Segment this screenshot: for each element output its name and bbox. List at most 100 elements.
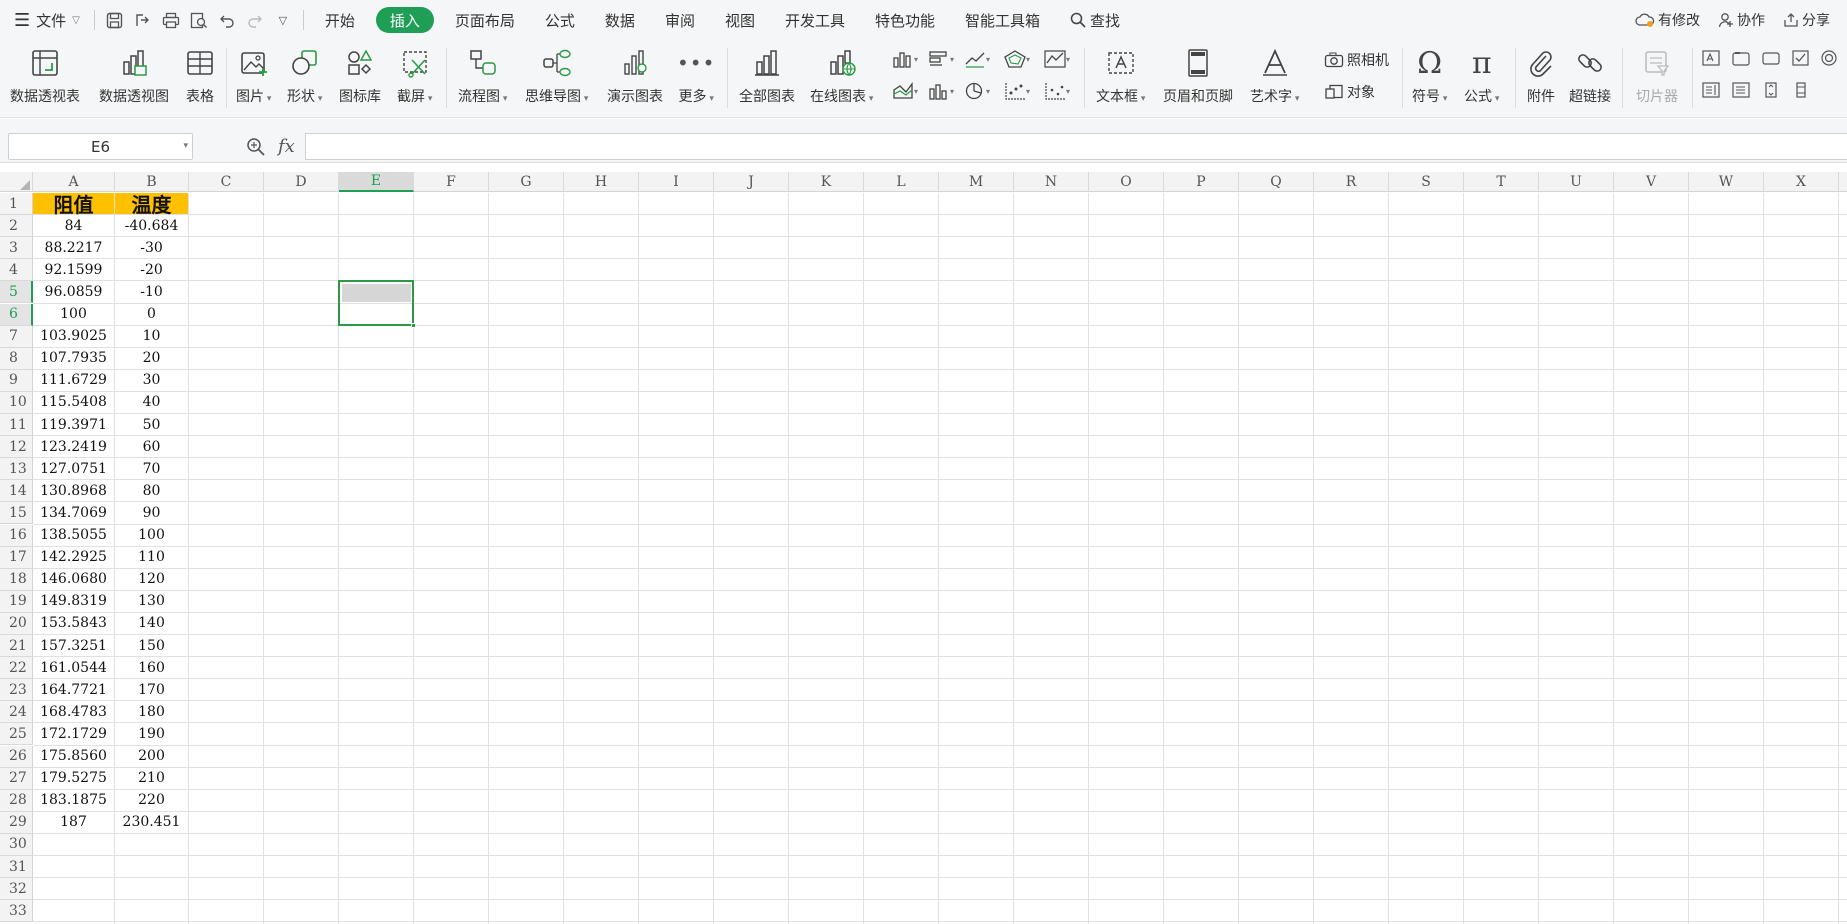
row-header-32[interactable]: 32 xyxy=(0,878,33,901)
presentation-chart-button[interactable]: 演示图表 xyxy=(607,44,663,114)
scatter-chart-button[interactable]: ▾ xyxy=(1004,82,1030,100)
undo-icon[interactable] xyxy=(213,0,241,40)
cell-b28[interactable]: 220 xyxy=(115,790,188,811)
stock-chart-button[interactable]: ▾ xyxy=(1044,50,1070,68)
cell-a26[interactable]: 175.8560 xyxy=(33,746,114,767)
select-all-corner[interactable] xyxy=(0,172,33,192)
cell-b3[interactable]: -30 xyxy=(115,237,188,258)
cell-b20[interactable]: 140 xyxy=(115,613,188,634)
column-header-p[interactable]: P xyxy=(1164,172,1239,192)
row-header-16[interactable]: 16 xyxy=(0,524,33,547)
row-header-29[interactable]: 29 xyxy=(0,811,33,834)
cell-a21[interactable]: 157.3251 xyxy=(33,635,114,656)
save-icon[interactable] xyxy=(101,0,129,40)
tab-formulas[interactable]: 公式 xyxy=(530,0,590,40)
cell-a19[interactable]: 149.8319 xyxy=(33,591,114,612)
row-header-31[interactable]: 31 xyxy=(0,856,33,879)
row-header-8[interactable]: 8 xyxy=(0,347,33,370)
row-header-14[interactable]: 14 xyxy=(0,480,33,503)
print-preview-icon[interactable] xyxy=(185,0,213,40)
tab-review[interactable]: 审阅 xyxy=(650,0,710,40)
other-chart-button[interactable]: ▾ xyxy=(1044,82,1070,100)
row-header-28[interactable]: 28 xyxy=(0,789,33,812)
cell-b1-header[interactable]: 温度 xyxy=(115,193,188,217)
name-box[interactable]: E6 ▾ xyxy=(8,133,193,160)
cell-a15[interactable]: 134.7069 xyxy=(33,502,114,523)
cell-b24[interactable]: 180 xyxy=(115,701,188,722)
column-header-l[interactable]: L xyxy=(864,172,939,192)
row-header-30[interactable]: 30 xyxy=(0,833,33,856)
tab-home[interactable]: 开始 xyxy=(310,0,370,40)
cell-a17[interactable]: 142.2925 xyxy=(33,547,114,568)
area-chart-button[interactable]: ▾ xyxy=(892,82,918,100)
file-menu[interactable]: ☰ 文件 ▽ xyxy=(0,0,88,40)
cell-b17[interactable]: 110 xyxy=(115,547,188,568)
more-button[interactable]: ••• 更多 ▾ xyxy=(677,44,715,114)
cell-b11[interactable]: 50 xyxy=(115,414,188,435)
cell-a8[interactable]: 107.7935 xyxy=(33,348,114,369)
listbox-control-icon[interactable] xyxy=(1702,82,1720,98)
cell-b19[interactable]: 130 xyxy=(115,591,188,612)
cell-b9[interactable]: 30 xyxy=(115,370,188,391)
mindmap-button[interactable]: 思维导图 ▾ xyxy=(525,44,588,114)
tab-insert[interactable]: 插入 xyxy=(375,7,434,33)
pie-chart-button[interactable]: ▾ xyxy=(964,82,990,100)
symbol-button[interactable]: Ω 符号 ▾ xyxy=(1412,44,1447,114)
cell-a2[interactable]: 84 xyxy=(33,215,114,236)
row-header-27[interactable]: 27 xyxy=(0,767,33,790)
screenshot-button[interactable]: 截屏 ▾ xyxy=(397,44,432,114)
column-header-x[interactable]: X xyxy=(1764,172,1839,192)
row-header-11[interactable]: 11 xyxy=(0,414,33,437)
selected-range[interactable] xyxy=(338,280,416,328)
row-header-20[interactable]: 20 xyxy=(0,612,33,635)
cell-b25[interactable]: 190 xyxy=(115,723,188,744)
column-header-h[interactable]: H xyxy=(564,172,639,192)
cell-a29[interactable]: 187 xyxy=(33,812,114,833)
cell-a22[interactable]: 161.0544 xyxy=(33,657,114,678)
icon-library-button[interactable]: 图标库 xyxy=(339,44,381,114)
column-header-q[interactable]: Q xyxy=(1239,172,1314,192)
cell-b21[interactable]: 150 xyxy=(115,635,188,656)
row-header-22[interactable]: 22 xyxy=(0,657,33,680)
cell-a27[interactable]: 179.5275 xyxy=(33,768,114,789)
checkbox-control-icon[interactable] xyxy=(1792,50,1810,66)
column-header-d[interactable]: D xyxy=(264,172,339,192)
row-header-24[interactable]: 24 xyxy=(0,701,33,724)
tab-features[interactable]: 特色功能 xyxy=(860,0,950,40)
row-header-18[interactable]: 18 xyxy=(0,568,33,591)
cell-a20[interactable]: 153.5843 xyxy=(33,613,114,634)
table-button[interactable]: 表格 xyxy=(185,44,215,114)
column-header-n[interactable]: N xyxy=(1014,172,1089,192)
cell-a5[interactable]: 96.0859 xyxy=(33,281,114,302)
row-header-21[interactable]: 21 xyxy=(0,635,33,658)
row-header-2[interactable]: 2 xyxy=(0,215,33,238)
tab-smart-toolbox[interactable]: 智能工具箱 xyxy=(950,0,1055,40)
column-header-j[interactable]: J xyxy=(714,172,789,192)
cell-b7[interactable]: 10 xyxy=(115,326,188,347)
header-footer-button[interactable]: 页眉和页脚 xyxy=(1163,44,1233,114)
tab-view[interactable]: 视图 xyxy=(710,0,770,40)
modified-status[interactable]: 有修改 xyxy=(1626,0,1709,40)
cell-a16[interactable]: 138.5055 xyxy=(33,525,114,546)
column-header-m[interactable]: M xyxy=(939,172,1014,192)
export-icon[interactable] xyxy=(129,0,157,40)
cell-a4[interactable]: 92.1599 xyxy=(33,259,114,280)
row-header-13[interactable]: 13 xyxy=(0,458,33,481)
formula-input[interactable] xyxy=(305,133,1847,160)
row-header-26[interactable]: 26 xyxy=(0,745,33,768)
cell-b13[interactable]: 70 xyxy=(115,458,188,479)
quick-access-more-icon[interactable]: ▽ xyxy=(269,0,297,40)
column-header-k[interactable]: K xyxy=(789,172,864,192)
column-header-v[interactable]: V xyxy=(1614,172,1689,192)
column-header-f[interactable]: F xyxy=(414,172,489,192)
radio-control-icon[interactable] xyxy=(1820,50,1838,66)
share-button[interactable]: 分享 xyxy=(1774,0,1839,40)
attachment-button[interactable]: 附件 xyxy=(1526,44,1556,114)
column-chart-button[interactable]: ▾ xyxy=(892,50,918,68)
bar-chart-button[interactable]: ▾ xyxy=(928,50,954,68)
cell-a24[interactable]: 168.4783 xyxy=(33,701,114,722)
row-header-23[interactable]: 23 xyxy=(0,679,33,702)
all-charts-button[interactable]: 全部图表 xyxy=(739,44,795,114)
column-header-t[interactable]: T xyxy=(1464,172,1539,192)
cell-a25[interactable]: 172.1729 xyxy=(33,723,114,744)
